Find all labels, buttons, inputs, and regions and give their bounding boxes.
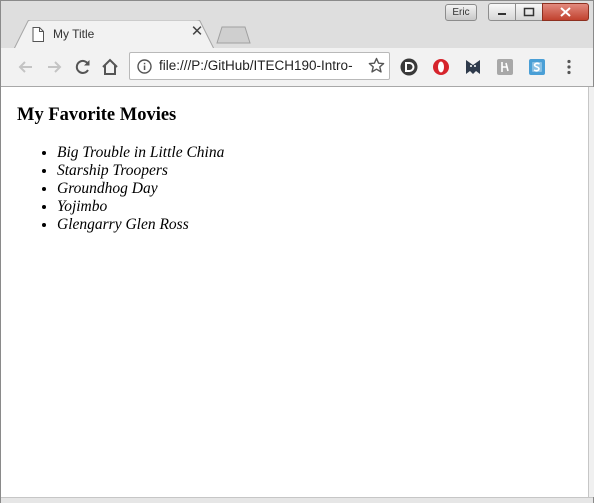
- list-item: Yojimbo: [57, 198, 224, 216]
- document-icon: [32, 27, 44, 42]
- window-bottom-edge: [1, 497, 593, 503]
- close-window-button[interactable]: [542, 3, 589, 21]
- new-tab-button[interactable]: [216, 26, 252, 44]
- movie-list: Big Trouble in Little China Starship Tro…: [17, 144, 224, 234]
- info-icon[interactable]: [137, 59, 152, 74]
- skype-icon[interactable]: [528, 58, 546, 76]
- ghostery-icon[interactable]: [464, 58, 482, 76]
- grammarly-icon[interactable]: [496, 58, 514, 76]
- back-arrow-icon[interactable]: [16, 57, 36, 77]
- list-item: Groundhog Day: [57, 180, 224, 198]
- home-icon[interactable]: [100, 57, 120, 77]
- page-content: My Favorite Movies Big Trouble in Little…: [1, 87, 588, 497]
- tab-my-title[interactable]: My Title ✕: [14, 20, 214, 49]
- minimize-button[interactable]: [488, 3, 516, 21]
- tab-close-icon[interactable]: ✕: [190, 24, 204, 39]
- page-title: My Favorite Movies: [17, 105, 177, 125]
- list-item: Big Trouble in Little China: [57, 144, 224, 162]
- window-controls: [488, 3, 589, 21]
- disconnect-icon[interactable]: [400, 58, 418, 76]
- tab-title: My Title: [53, 27, 95, 41]
- kebab-menu-icon[interactable]: [560, 58, 578, 76]
- list-item: Starship Troopers: [57, 162, 224, 180]
- tab-shape: [14, 20, 214, 49]
- url-text[interactable]: file:///P:/GitHub/ITECH190-Intro-: [159, 58, 364, 73]
- browser-window: My Title ✕ Eric file:///P:/GitHub/ITECH1…: [0, 0, 594, 503]
- star-icon[interactable]: [368, 57, 385, 74]
- address-bar[interactable]: file:///P:/GitHub/ITECH190-Intro-: [129, 52, 390, 80]
- opera-icon[interactable]: [432, 58, 450, 76]
- reload-icon[interactable]: [73, 57, 93, 77]
- list-item: Glengarry Glen Ross: [57, 216, 224, 234]
- browser-toolbar: file:///P:/GitHub/ITECH190-Intro-: [1, 48, 593, 87]
- profile-button[interactable]: Eric: [445, 4, 477, 21]
- tab-strip: My Title ✕ Eric: [1, 1, 593, 49]
- forward-arrow-icon[interactable]: [44, 57, 64, 77]
- window-right-edge: [588, 87, 594, 497]
- maximize-button[interactable]: [515, 3, 543, 21]
